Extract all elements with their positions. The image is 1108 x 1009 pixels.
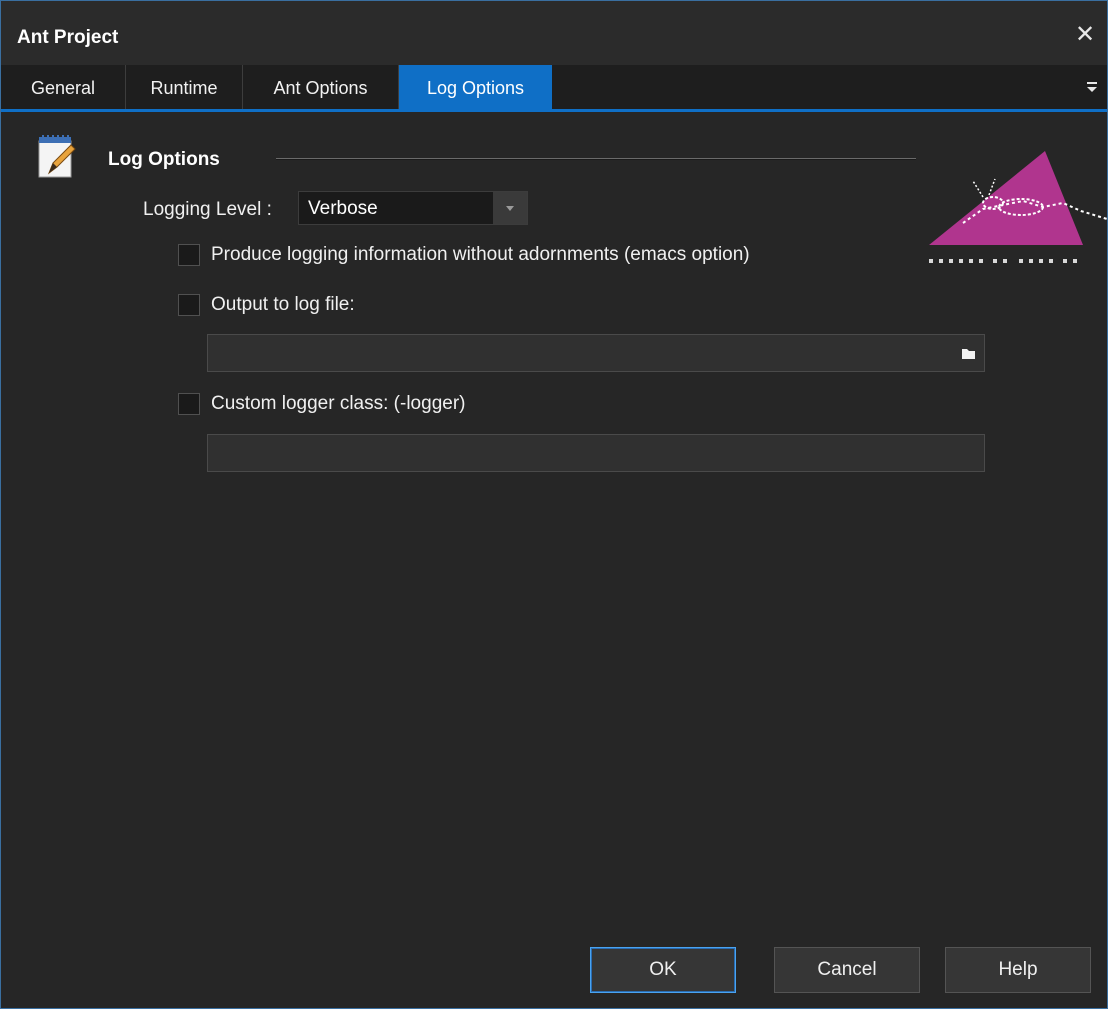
section-title: Log Options [108,149,220,170]
emacs-label: Produce logging information without ador… [211,244,750,265]
tab-ant-options[interactable]: Ant Options [243,65,399,109]
log-file-input[interactable] [207,334,985,372]
cancel-button[interactable]: Cancel [774,947,920,993]
logging-level-label: Logging Level : [143,199,272,220]
custom-logger-checkbox[interactable] [178,393,200,415]
tab-runtime[interactable]: Runtime [126,65,243,109]
tab-log-options[interactable]: Log Options [399,65,552,109]
folder-icon[interactable] [953,336,983,370]
log-file-checkbox[interactable] [178,294,200,316]
tab-general[interactable]: General [1,65,126,109]
emacs-checkbox[interactable] [178,244,200,266]
tab-bar: General Runtime Ant Options Log Options [1,65,1107,112]
title-bar: Ant Project ✕ [1,1,1107,65]
tab-menu-icon[interactable] [1085,79,1099,95]
dialog-window: Ant Project ✕ General Runtime Ant Option… [0,0,1108,1009]
custom-logger-input[interactable] [207,434,985,472]
log-file-label: Output to log file: [211,294,355,315]
close-icon[interactable]: ✕ [1073,23,1097,47]
ok-button[interactable]: OK [590,947,736,993]
notepad-edit-icon [38,135,76,178]
logging-level-value: Verbose [308,198,378,219]
window-title: Ant Project [17,27,119,48]
section-divider [276,158,916,160]
custom-logger-label: Custom logger class: (-logger) [211,393,466,414]
dropdown-arrow-icon[interactable] [493,192,527,224]
ant-logo [929,151,1107,263]
help-button[interactable]: Help [945,947,1091,993]
logging-level-select[interactable]: Verbose [298,191,528,225]
